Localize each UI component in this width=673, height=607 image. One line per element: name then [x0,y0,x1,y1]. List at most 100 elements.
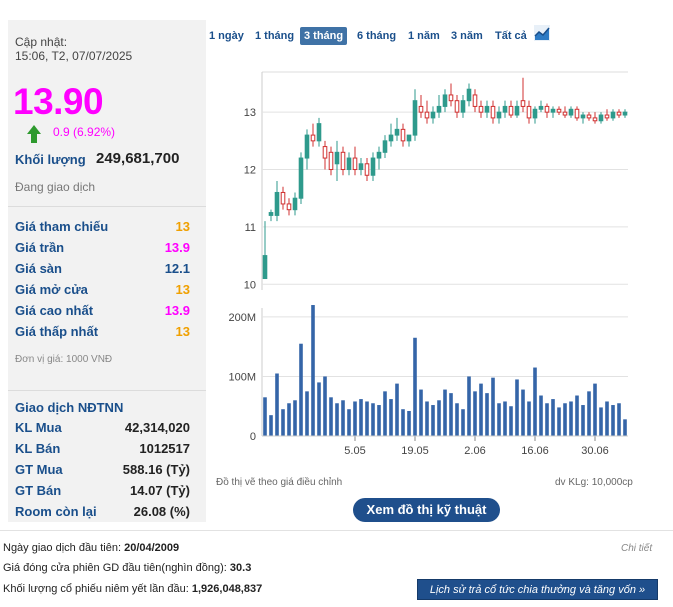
candle-body [346,157,352,171]
candle-body [376,151,382,159]
candle-body [610,111,616,119]
foreign-row-label: KL Bán [15,441,61,456]
tab-6-months[interactable]: 6 tháng [357,27,396,45]
candle-body [358,163,364,171]
price-volume-chart: 10 11 12 13 0 100M 200M 5.05 19.05 2.06 16.06 30.… [228,71,628,457]
volume-label: Khối lượng [15,152,86,167]
candle-body [388,134,394,142]
initial-listed-volume: Khối lượng cổ phiếu niêm yết lần đầu: 1,… [3,583,262,595]
dividend-history-button[interactable]: Lịch sử trả cổ tức chia thưởng và tăng v… [417,579,658,600]
volume-bar [461,409,465,436]
first-close-price: Giá đóng cửa phiên GD đầu tiên(nghìn đồn… [3,562,251,574]
volume-bar [611,405,615,436]
volume-bar [479,383,483,436]
price-row-label: Giá mở cửa [15,282,88,297]
tab-all[interactable]: Tất cả [495,27,527,45]
volume-tick-label: 100M [228,371,256,383]
candle-body [400,128,406,142]
candle-body [430,111,436,119]
foreign-trading-title: Giao dịch NĐTNN [15,400,124,415]
foreign-row-label: GT Mua [15,462,63,477]
x-tick-label: 19.05 [401,445,429,457]
foreign-row-value: 26.08 (%) [133,504,190,519]
x-tick-label: 2.06 [464,445,485,457]
volume-bar [587,391,591,436]
foreign-row-value: 1012517 [139,441,190,456]
candle-body [436,105,442,113]
volume-bar [557,407,561,436]
volume-bar [377,405,381,436]
tab-1-year[interactable]: 1 năm [408,27,440,45]
divider [0,530,673,531]
candle-body [490,105,496,119]
foreign-row-value: 42,314,020 [124,420,190,435]
divider [8,206,206,207]
volume-bar [341,400,345,436]
candle-body [538,105,544,110]
foreign-row-value: 588.16 (Tỷ) [122,462,190,477]
candle-body [310,134,316,142]
volume-value: 249,681,700 [96,150,180,167]
price-tick-label: 10 [244,279,256,291]
volume-bar [473,391,477,436]
volume-bar [383,391,387,436]
tab-3-years[interactable]: 3 năm [451,27,483,45]
tab-1-day[interactable]: 1 ngày [209,27,244,45]
volume-bar [305,391,309,436]
volume-bar [491,377,495,436]
volume-bar [467,376,471,436]
price-row-label: Giá trần [15,240,65,255]
candle-body [286,203,292,211]
volume-bar [533,367,537,436]
candle-body [484,105,490,113]
price-row-value: 13 [175,282,190,297]
tab-3-months[interactable]: 3 tháng [300,27,348,45]
volume-bar [485,393,489,436]
tab-1-month[interactable]: 1 tháng [255,27,294,45]
first-trade-value: 20/04/2009 [124,542,180,554]
foreign-row-value: 14.07 (Tỷ) [130,483,190,498]
candle-body [316,123,322,142]
candle-body [340,151,346,171]
x-tick-label: 5.05 [344,445,365,457]
chart-type-icon[interactable] [534,25,550,41]
foreign-row-label: GT Bán [15,483,62,498]
price-row-value: 13.9 [164,240,190,255]
candle-body [568,108,574,116]
candle-body [598,114,604,122]
candle-body [616,111,622,116]
price-change: 0.9 (6.92%) [53,125,116,139]
candle-body [520,100,526,107]
candle-body [562,111,568,116]
volume-bar [623,419,627,436]
volume-bar [269,415,273,436]
volume-bar [275,373,279,436]
candle-body [352,157,358,171]
volume-bar [425,401,429,436]
candle-body [508,105,514,116]
candle-body [274,191,280,216]
candle-body [526,105,532,119]
volume-bar [551,399,555,436]
candle-body [460,100,466,113]
foreign-row-label: KL Mua [15,420,62,435]
candle-body [478,105,484,113]
first-close-label: Giá đóng cửa phiên GD đầu tiên(nghìn đồn… [3,562,227,574]
candle-body [580,114,586,119]
volume-bar [599,407,603,436]
detail-link[interactable]: Chi tiết [621,543,652,554]
technical-chart-button[interactable]: Xem đồ thị kỹ thuật [353,498,500,522]
candle-body [406,134,412,142]
candle-body [298,157,304,199]
candle-body [544,105,550,113]
candle-body [448,94,454,102]
volume-tick-label: 200M [228,312,256,324]
x-tick-label: 30.06 [581,445,609,457]
volume-bar [335,403,339,436]
x-tick-label: 16.06 [521,445,549,457]
price-row-label: Giá tham chiếu [15,219,109,234]
volume-bar [497,403,501,436]
candle-body [550,108,556,113]
candle-body [292,197,298,211]
volume-bar [401,409,405,436]
